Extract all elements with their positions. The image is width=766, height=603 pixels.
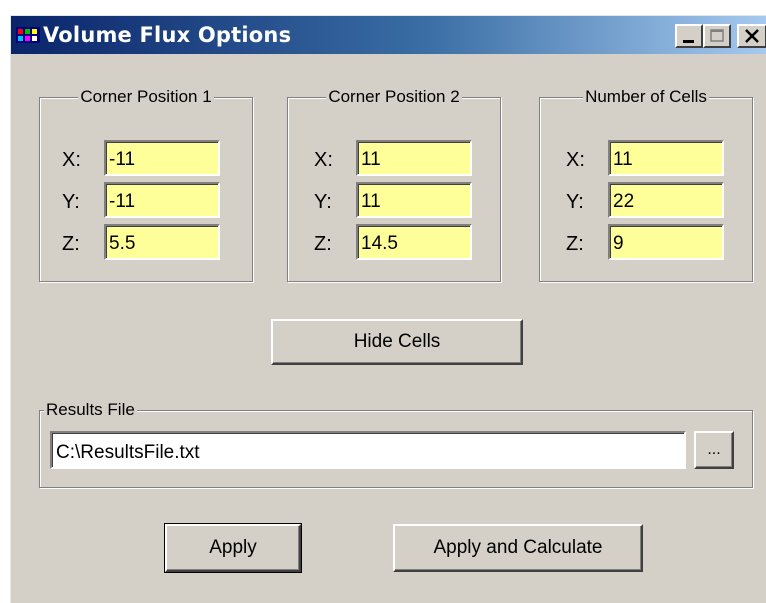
browse-button[interactable]: ... — [694, 431, 734, 469]
app-window-icon — [16, 27, 40, 43]
title-bar[interactable]: Volume Flux Options — [11, 16, 766, 54]
minimize-button[interactable] — [675, 24, 703, 48]
cells-y-input[interactable] — [608, 182, 724, 218]
close-icon — [745, 29, 759, 43]
close-button[interactable] — [737, 24, 766, 48]
number-of-cells-label: Number of Cells — [583, 87, 709, 106]
maximize-button[interactable] — [703, 24, 731, 48]
y-label: Y: — [566, 191, 584, 213]
apply-and-calculate-button[interactable]: Apply and Calculate — [393, 524, 643, 572]
window-title: Volume Flux Options — [43, 23, 292, 47]
results-file-label: Results File — [44, 400, 137, 419]
corner1-y-input[interactable] — [104, 182, 220, 218]
corner-position-1-label: Corner Position 1 — [78, 87, 214, 106]
corner-position-1-group: Corner Position 1 X: Y: Z: — [39, 87, 253, 282]
maximize-icon — [710, 29, 724, 42]
corner1-z-input[interactable] — [104, 224, 220, 260]
cells-z-input[interactable] — [608, 224, 724, 260]
corner2-y-input[interactable] — [356, 182, 472, 218]
z-label: Z: — [62, 233, 80, 255]
corner1-x-input[interactable] — [104, 140, 220, 176]
results-file-group: Results File ... — [39, 400, 753, 488]
apply-button[interactable]: Apply — [164, 523, 302, 573]
corner2-x-input[interactable] — [356, 140, 472, 176]
minimize-icon — [683, 40, 694, 43]
hide-cells-button[interactable]: Hide Cells — [271, 319, 523, 365]
number-of-cells-group: Number of Cells X: Y: Z: — [539, 87, 753, 282]
x-label: X: — [566, 149, 585, 171]
corner-position-2-label: Corner Position 2 — [326, 87, 462, 106]
corner-position-2-group: Corner Position 2 X: Y: Z: — [287, 87, 501, 282]
cells-x-input[interactable] — [608, 140, 724, 176]
y-label: Y: — [62, 191, 80, 213]
z-label: Z: — [566, 233, 584, 255]
y-label: Y: — [314, 191, 332, 213]
x-label: X: — [314, 149, 333, 171]
x-label: X: — [62, 149, 81, 171]
volume-flux-options-dialog: Volume Flux Options Corner Position 1 X:… — [10, 15, 766, 603]
results-file-path-input[interactable] — [50, 431, 686, 469]
z-label: Z: — [314, 233, 332, 255]
corner2-z-input[interactable] — [356, 224, 472, 260]
